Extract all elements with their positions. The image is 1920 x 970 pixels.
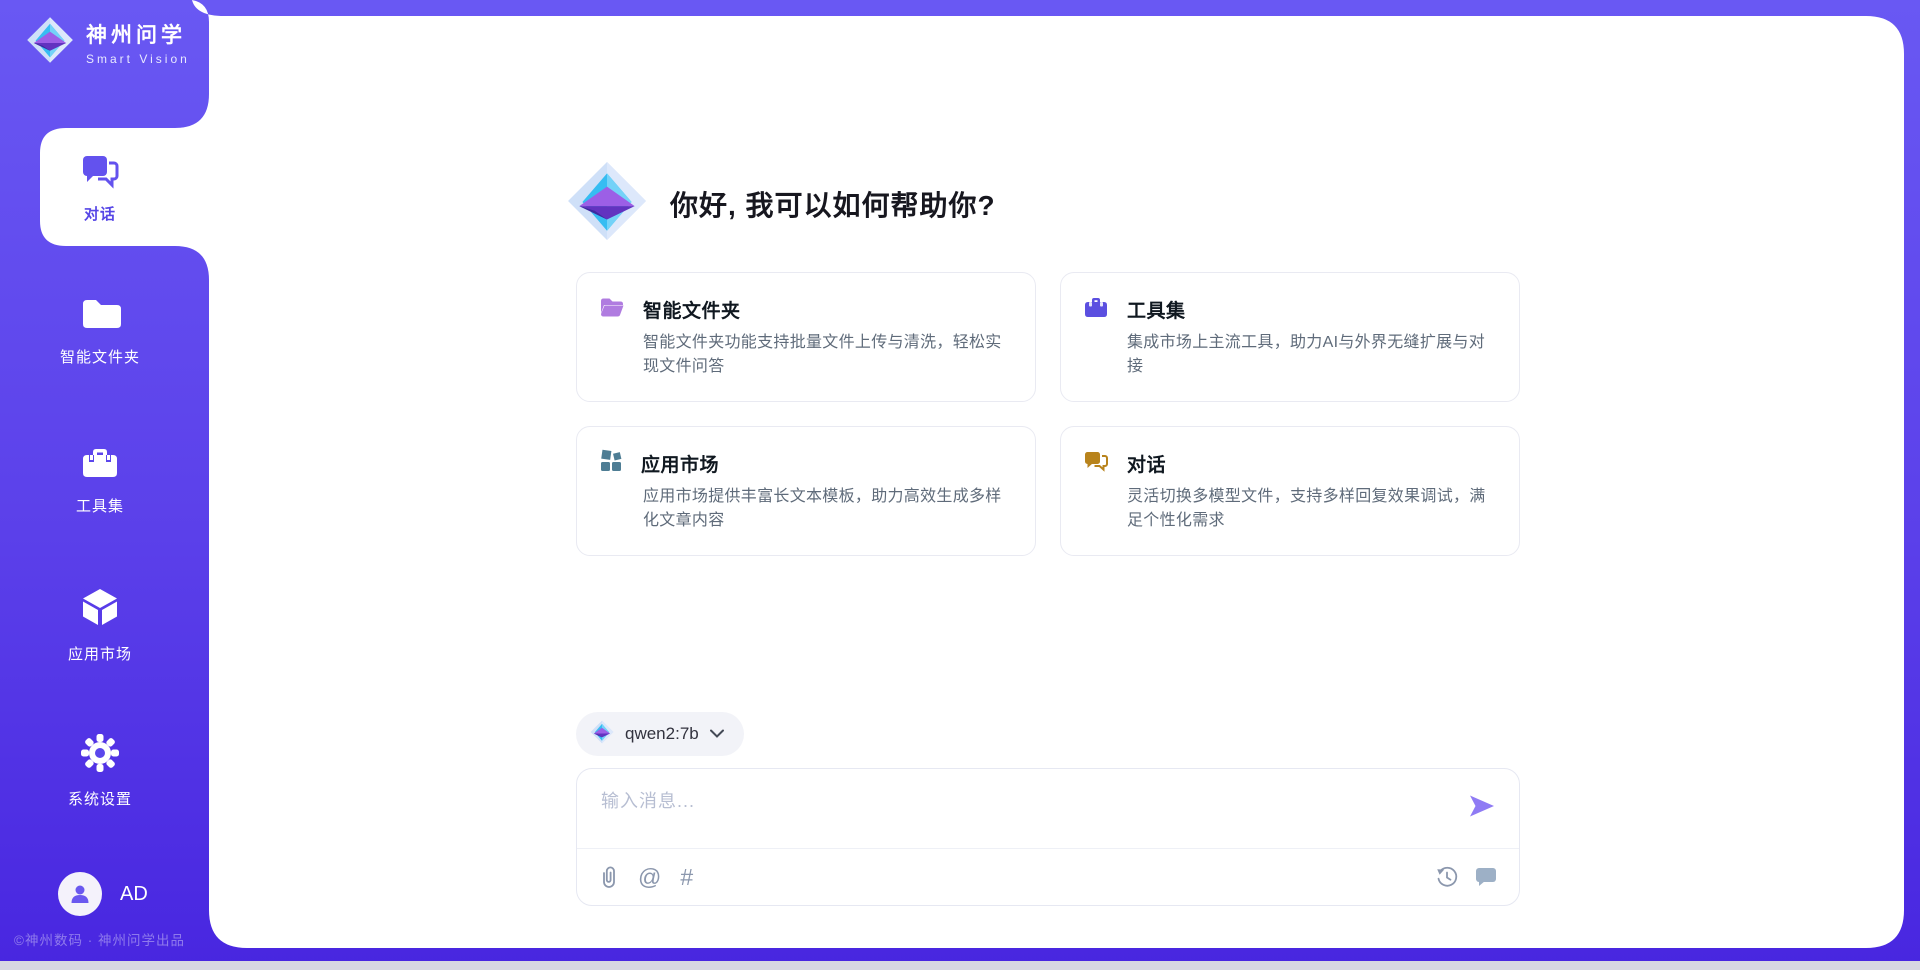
card-app-market[interactable]: 应用市场 应用市场提供丰富长文本模板，助力高效生成多样化文章内容 — [576, 426, 1036, 556]
card-title: 智能文件夹 — [643, 296, 741, 323]
copyright-text: ©神州数码 · 神州问学出品 — [14, 929, 185, 949]
sidebar-item-toolset[interactable]: 工具集 — [0, 443, 200, 516]
user-profile[interactable]: AD — [58, 872, 148, 916]
sidebar-item-label: 智能文件夹 — [60, 346, 140, 367]
brand: 神州问学 Smart Vision — [26, 16, 190, 69]
brand-diamond-icon — [590, 720, 614, 749]
card-title: 对话 — [1127, 450, 1166, 477]
sidebar-item-label: 工具集 — [76, 495, 124, 516]
grid-icon — [599, 449, 623, 478]
paperclip-icon[interactable] — [599, 865, 619, 889]
sidebar: 神州问学 Smart Vision 对话 智能文件夹 — [0, 0, 209, 970]
model-name: qwen2:7b — [625, 724, 699, 744]
chat-icon — [79, 151, 121, 196]
greeting-text: 你好, 我可以如何帮助你? — [670, 184, 996, 224]
sidebar-item-label: 对话 — [84, 203, 116, 224]
model-selector[interactable]: qwen2:7b — [576, 712, 744, 756]
shortcut-cards: 智能文件夹 智能文件夹功能支持批量文件上传与清洗，轻松实现文件问答 工具集 集成… — [576, 272, 1520, 556]
chat-icon — [1083, 449, 1109, 478]
card-smart-folder[interactable]: 智能文件夹 智能文件夹功能支持批量文件上传与清洗，轻松实现文件问答 — [576, 272, 1036, 402]
composer-toolbar: @ # — [577, 849, 1519, 905]
card-description: 集成市场上主流工具，助力AI与外界无缝扩展与对接 — [1127, 331, 1497, 379]
user-initials: AD — [120, 883, 148, 906]
cube-icon — [78, 585, 122, 634]
avatar — [58, 872, 102, 916]
folder-icon — [79, 296, 121, 337]
message-composer: @ # — [576, 768, 1520, 906]
window-bottom-edge — [0, 961, 1920, 970]
brand-diamond-icon — [566, 160, 648, 247]
card-description: 应用市场提供丰富长文本模板，助力高效生成多样化文章内容 — [643, 485, 1013, 533]
sidebar-item-label: 应用市场 — [68, 643, 132, 664]
send-icon[interactable] — [1467, 791, 1497, 821]
chevron-down-icon — [710, 725, 724, 743]
gear-icon — [79, 732, 121, 779]
history-icon[interactable] — [1436, 866, 1458, 888]
person-icon — [67, 881, 93, 907]
mention-icon[interactable]: @ — [638, 866, 661, 889]
toolbox-icon — [79, 443, 121, 486]
card-toolset[interactable]: 工具集 集成市场上主流工具，助力AI与外界无缝扩展与对接 — [1060, 272, 1520, 402]
main-content: 你好, 我可以如何帮助你? 智能文件夹 智能文件夹功能支持批量文件上传与清洗，轻… — [576, 0, 1520, 970]
card-title: 工具集 — [1127, 296, 1186, 323]
sidebar-item-settings[interactable]: 系统设置 — [0, 732, 200, 809]
sidebar-item-label: 系统设置 — [68, 788, 132, 809]
card-description: 智能文件夹功能支持批量文件上传与清洗，轻松实现文件问答 — [643, 331, 1013, 379]
sidebar-item-app-market[interactable]: 应用市场 — [0, 585, 200, 664]
sidebar-item-smart-folder[interactable]: 智能文件夹 — [0, 296, 200, 367]
toolbox-icon — [1083, 295, 1109, 324]
brand-name: 神州问学 — [86, 19, 190, 49]
card-title: 应用市场 — [641, 450, 719, 477]
message-icon[interactable] — [1475, 867, 1497, 887]
brand-subtitle: Smart Vision — [86, 52, 190, 66]
greeting: 你好, 我可以如何帮助你? — [566, 160, 996, 247]
card-chat[interactable]: 对话 灵活切换多模型文件，支持多样回复效果调试，满足个性化需求 — [1060, 426, 1520, 556]
folder-open-icon — [599, 295, 625, 324]
card-description: 灵活切换多模型文件，支持多样回复效果调试，满足个性化需求 — [1127, 485, 1497, 533]
hash-icon[interactable]: # — [680, 866, 693, 889]
sidebar-item-chat[interactable]: 对话 — [40, 128, 160, 246]
brand-diamond-icon — [26, 16, 74, 69]
message-input[interactable] — [577, 769, 1357, 845]
